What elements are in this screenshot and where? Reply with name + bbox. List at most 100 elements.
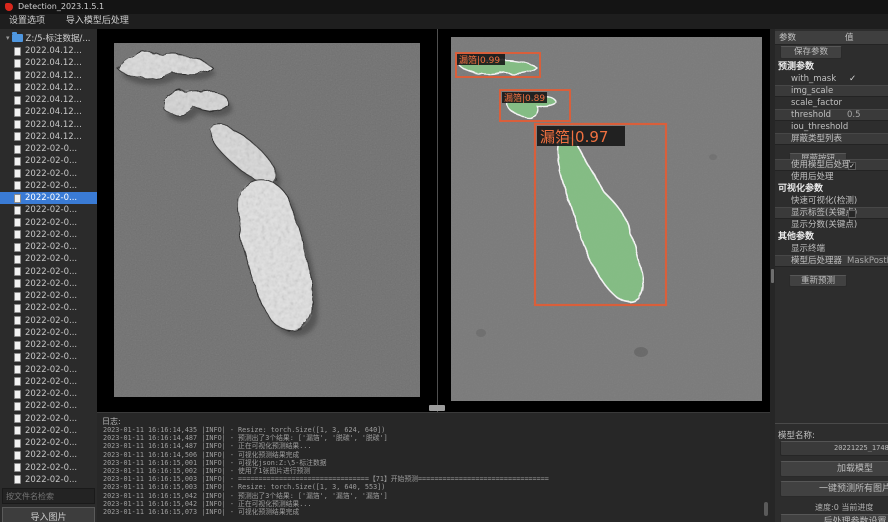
file-icon (14, 194, 21, 203)
tree-item[interactable]: 2022.04.12... (0, 131, 97, 143)
log-scrollbar[interactable] (764, 502, 768, 516)
file-icon (14, 47, 21, 56)
tree-item-label: 2022-02-0... (25, 169, 77, 179)
tree-item-label: 2022-02-0... (25, 450, 77, 460)
param-label: img_scale (791, 86, 833, 96)
param-action-button[interactable]: 重新预测 (789, 275, 847, 287)
tree-item[interactable]: 2022-02-0... (0, 388, 97, 400)
tree-item[interactable]: 2022-02-0... (0, 278, 97, 290)
param-row[interactable]: 显示终端 (775, 243, 888, 255)
param-row[interactable]: scale_factor (775, 97, 888, 109)
param-row[interactable]: 显示标签(关键点) (775, 207, 888, 219)
param-row[interactable]: 屏蔽类型列表 (775, 133, 888, 145)
tree-item[interactable]: 2022-02-0... (0, 449, 97, 461)
postprocess-settings-button[interactable]: 后处理参数设置 (780, 514, 888, 522)
tree-item[interactable]: 2022-02-0... (0, 217, 97, 229)
file-icon (14, 108, 21, 117)
svg-text:漏箔|0.99: 漏箔|0.99 (459, 54, 500, 66)
tree-item[interactable]: 2022-02-0... (0, 462, 97, 474)
file-icon (14, 59, 21, 68)
file-icon (14, 218, 21, 227)
tree-item[interactable]: 2022-02-0... (0, 474, 97, 486)
caret-down-icon[interactable]: ▾ (6, 34, 10, 42)
tree-item[interactable]: 2022-02-0... (0, 425, 97, 437)
tree-item-label: 2022-02-0... (25, 438, 77, 448)
param-row[interactable]: 显示分数(关键点) (775, 219, 888, 231)
tree-item-label: 2022-02-0... (25, 463, 77, 473)
file-icon (14, 145, 21, 154)
file-icon (14, 304, 21, 313)
tree-root-folder[interactable]: ▾ Z:/5-标注数据/... (0, 31, 97, 45)
tree-item[interactable]: 2022-02-0... (0, 376, 97, 388)
tree-item-label: 2022.04.12... (25, 95, 82, 105)
tree-item[interactable]: 2022-02-0... (0, 241, 97, 253)
param-row[interactable]: with_mask✓ (775, 73, 888, 85)
import-images-button[interactable]: 导入图片 (2, 507, 95, 522)
param-row[interactable]: iou_threshold (775, 121, 888, 133)
tree-item[interactable]: 2022-02-0... (0, 155, 97, 167)
tree-item[interactable]: 2022-02-0... (0, 413, 97, 425)
search-input[interactable] (2, 488, 95, 504)
file-icon (14, 243, 21, 252)
tree-item[interactable]: 2022-02-0... (0, 339, 97, 351)
tree-item[interactable]: 2022.04.12... (0, 106, 97, 118)
tree-item[interactable]: 2022.04.12... (0, 70, 97, 82)
file-icon (14, 181, 21, 190)
param-label: iou_threshold (791, 122, 848, 132)
tree-item[interactable]: 2022-02-0... (0, 437, 97, 449)
tree-item[interactable]: 2022-02-0... (0, 192, 97, 204)
tree-item[interactable]: 2022-02-0... (0, 351, 97, 363)
param-row[interactable]: 快速可视化(检测) (775, 195, 888, 207)
tree-item[interactable]: 2022-02-0... (0, 229, 97, 241)
app-window: Detection_2023.1.5.1 设置选项 导入模型后处理 ▾ Z:/5… (0, 0, 888, 522)
tree-item[interactable]: 2022-02-0... (0, 266, 97, 278)
menu-item-settings[interactable]: 设置选项 (0, 14, 54, 29)
tree-item[interactable]: 2022-02-0... (0, 364, 97, 376)
load-model-button[interactable]: 加载模型 (780, 461, 888, 477)
tree-item[interactable]: 2022.04.12... (0, 57, 97, 69)
param-row[interactable]: img_scale (775, 85, 888, 97)
checkbox-unchecked[interactable] (848, 210, 856, 218)
tree-item-label: 2022-02-0... (25, 267, 77, 277)
menu-item-import-postprocess[interactable]: 导入模型后处理 (57, 14, 138, 29)
tree-item[interactable]: 2022-02-0... (0, 168, 97, 180)
tree-item[interactable]: 2022-02-0... (0, 400, 97, 412)
tree-item[interactable]: 2022.04.12... (0, 45, 97, 57)
detection-label: 漏箔|0.99 (457, 54, 505, 66)
splitter-handle[interactable] (429, 405, 445, 411)
tree-item[interactable]: 2022.04.12... (0, 82, 97, 94)
save-params-button[interactable]: 保存参数 (780, 46, 842, 59)
tree-item[interactable]: 2022-02-0... (0, 204, 97, 216)
detection-label: 漏箔|0.89 (502, 92, 547, 104)
tree-item[interactable]: 2022-02-0... (0, 315, 97, 327)
tree-item[interactable]: 2022.04.12... (0, 94, 97, 106)
tree-item-label: 2022-02-0... (25, 352, 77, 362)
svg-text:漏箔|0.89: 漏箔|0.89 (504, 92, 545, 104)
tree-item[interactable]: 2022-02-0... (0, 180, 97, 192)
param-row[interactable]: 使用模型后处理✓ (775, 159, 888, 171)
param-label: scale_factor (791, 98, 842, 108)
tree-item[interactable]: 2022-02-0... (0, 302, 97, 314)
tree-item[interactable]: 2022-02-0... (0, 143, 97, 155)
tree-item[interactable]: 2022-02-0... (0, 327, 97, 339)
param-row[interactable]: 使用后处理 (775, 171, 888, 183)
check-icon[interactable]: ✓ (849, 73, 856, 85)
tree-item-label: 2022-02-0... (25, 426, 77, 436)
predict-all-button[interactable]: 一键预测所有图片 (780, 481, 888, 497)
param-value: 0.5 (847, 110, 861, 120)
svg-text:漏箔|0.97: 漏箔|0.97 (540, 128, 608, 146)
tree-item[interactable]: 2022-02-0... (0, 253, 97, 265)
tree-item-label: 2022-02-0... (25, 181, 77, 191)
param-row[interactable]: 模型后处理器MaskPostPro (775, 255, 888, 267)
tree-item[interactable]: 2022.04.12... (0, 119, 97, 131)
model-name-field[interactable]: 20221225_174813 (780, 441, 888, 456)
param-value: MaskPostPro (847, 256, 888, 266)
tree-item-label: 2022-02-0... (25, 205, 77, 215)
viewport-splitter[interactable] (437, 29, 438, 412)
checkbox-checked[interactable]: ✓ (848, 162, 856, 170)
tree-item[interactable]: 2022-02-0... (0, 290, 97, 302)
tree-item-label: 2022-02-0... (25, 291, 77, 301)
scrollbar-thumb[interactable] (771, 269, 774, 283)
file-icon (14, 414, 21, 423)
param-row[interactable]: threshold0.5 (775, 109, 888, 121)
